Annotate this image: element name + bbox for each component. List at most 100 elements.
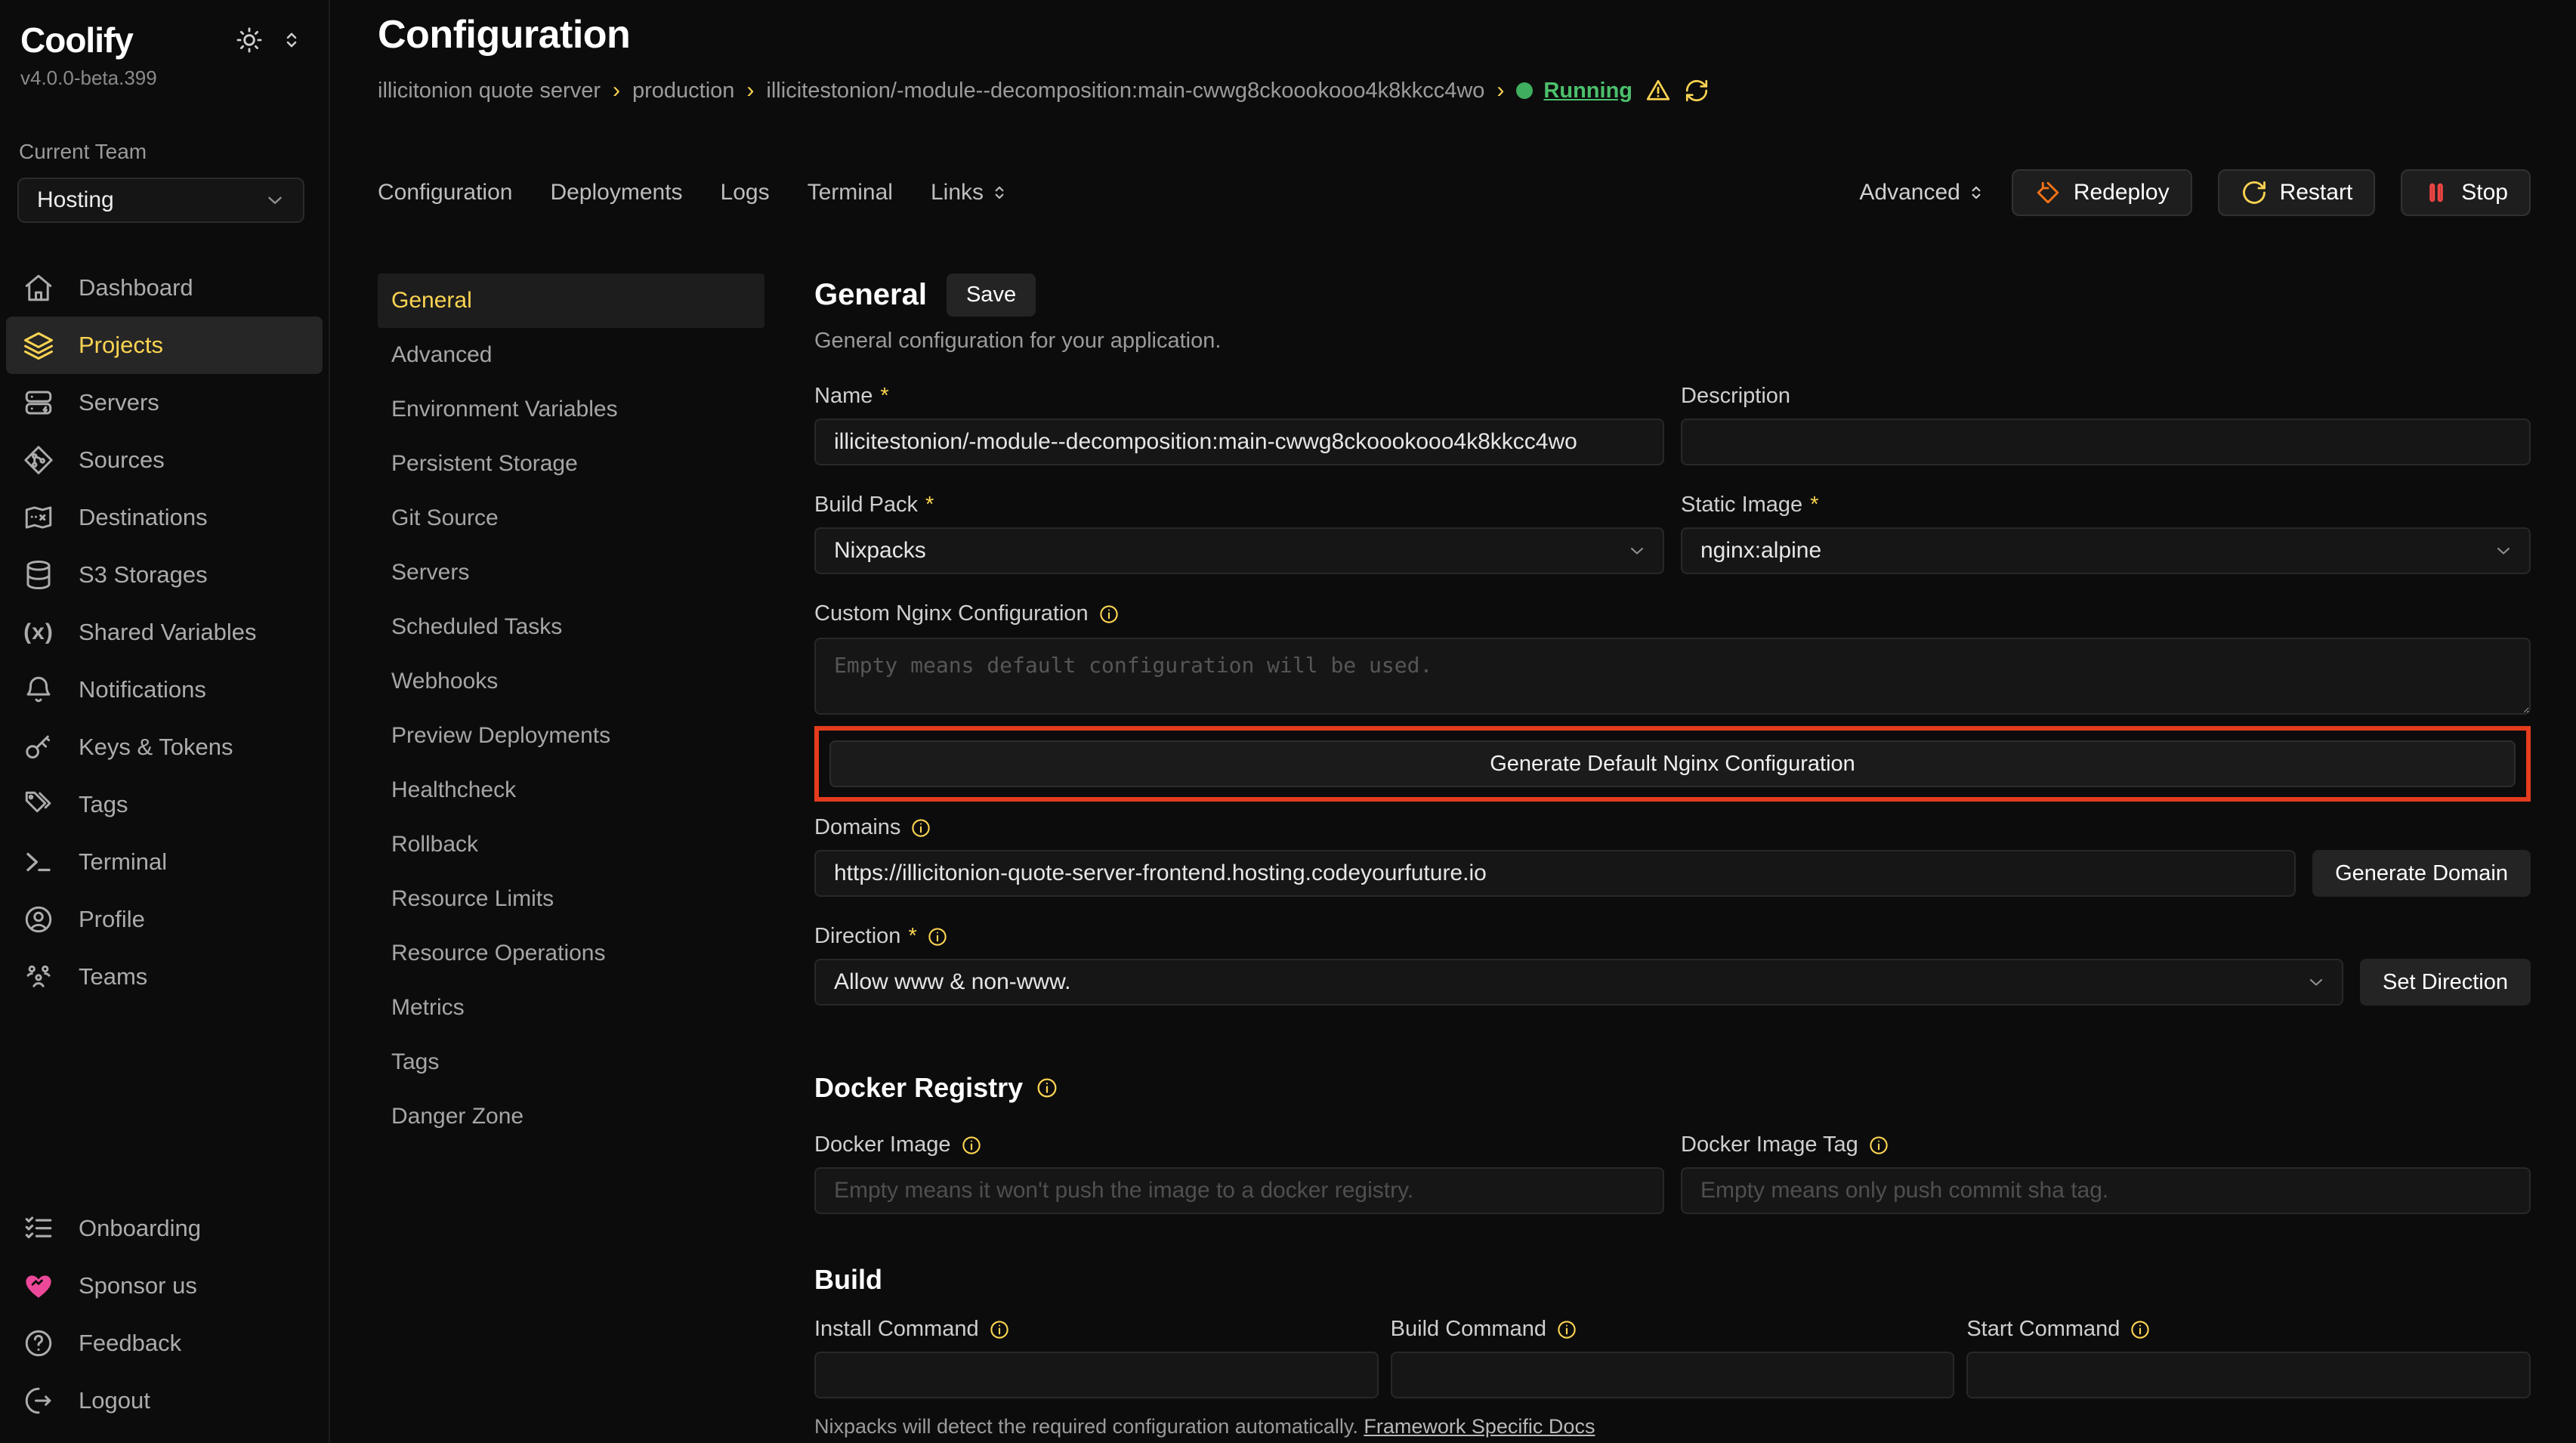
docker-image-tag-label: Docker Image Tag	[1681, 1132, 2531, 1157]
status-dot-icon	[1516, 82, 1533, 99]
subnav-healthcheck[interactable]: Healthcheck	[378, 763, 764, 817]
sidebar-item-teams[interactable]: Teams	[6, 948, 323, 1006]
page-title: Configuration	[378, 12, 2531, 57]
custom-nginx-textarea[interactable]	[814, 638, 2531, 715]
sidebar-item-shared-variables[interactable]: (x) Shared Variables	[6, 604, 323, 661]
direction-select[interactable]: Allow www & non-www.	[814, 959, 2343, 1006]
sidebar-item-sponsor-us[interactable]: Sponsor us	[6, 1257, 323, 1315]
set-direction-button[interactable]: Set Direction	[2360, 959, 2531, 1006]
subnav-servers[interactable]: Servers	[378, 545, 764, 600]
build-pack-select[interactable]: Nixpacks	[814, 527, 1664, 574]
sidebar-item-notifications[interactable]: Notifications	[6, 661, 323, 718]
sidebar-item-feedback[interactable]: Feedback	[6, 1315, 323, 1372]
sidebar-item-destinations[interactable]: Destinations	[6, 489, 323, 546]
tab-deployments[interactable]: Deployments	[550, 180, 682, 205]
install-command-label: Install Command	[814, 1317, 1379, 1342]
tab-configuration[interactable]: Configuration	[378, 180, 512, 205]
subnav-preview-deployments[interactable]: Preview Deployments	[378, 709, 764, 763]
status-text[interactable]: Running	[1543, 79, 1632, 104]
user-circle-icon	[23, 904, 54, 935]
static-image-label: Static Image*	[1681, 493, 2531, 518]
info-icon[interactable]	[1035, 1076, 1059, 1100]
tabs: Configuration Deployments Logs Terminal …	[378, 180, 1009, 205]
info-icon[interactable]	[960, 1134, 983, 1157]
sidebar-item-dashboard[interactable]: Dashboard	[6, 259, 323, 317]
advanced-dropdown[interactable]: Advanced	[1859, 180, 1985, 205]
framework-docs-link[interactable]: Framework Specific Docs	[1364, 1415, 1595, 1438]
subnav-general[interactable]: General	[378, 273, 764, 328]
info-icon[interactable]	[2129, 1318, 2151, 1341]
static-image-select[interactable]: nginx:alpine	[1681, 527, 2531, 574]
docker-image-input[interactable]	[814, 1167, 1664, 1214]
refresh-icon[interactable]	[1684, 78, 1710, 104]
info-icon[interactable]	[1867, 1134, 1890, 1157]
subnav-rollback[interactable]: Rollback	[378, 817, 764, 872]
generate-default-nginx-button[interactable]: Generate Default Nginx Configuration	[829, 740, 2516, 787]
sidebar-item-tags[interactable]: Tags	[6, 776, 323, 833]
tab-links[interactable]: Links	[931, 180, 1009, 205]
theme-select-chevrons-icon[interactable]	[280, 29, 303, 51]
start-command-input[interactable]	[1966, 1352, 2531, 1398]
generate-domain-button[interactable]: Generate Domain	[2312, 850, 2531, 897]
breadcrumb-project[interactable]: illicitonion quote server	[378, 79, 601, 104]
checklist-icon	[23, 1213, 54, 1244]
subnav-git-source[interactable]: Git Source	[378, 491, 764, 545]
name-label: Name*	[814, 384, 1664, 409]
sidebar-item-logout[interactable]: Logout	[6, 1372, 323, 1429]
description-input[interactable]	[1681, 419, 2531, 465]
build-command-input[interactable]	[1391, 1352, 1955, 1398]
domains-input[interactable]	[814, 850, 2296, 897]
sidebar-item-terminal[interactable]: Terminal	[6, 833, 323, 891]
sidebar-item-profile[interactable]: Profile	[6, 891, 323, 948]
subnav-webhooks[interactable]: Webhooks	[378, 654, 764, 709]
heart-icon	[23, 1270, 54, 1302]
domains-label: Domains	[814, 815, 2531, 840]
breadcrumb-application[interactable]: illicitestonion/-module--decomposition:m…	[766, 79, 1484, 104]
info-icon[interactable]	[1098, 603, 1120, 626]
subnav-advanced[interactable]: Advanced	[378, 328, 764, 382]
description-label: Description	[1681, 384, 2531, 409]
subnav-resource-operations[interactable]: Resource Operations	[378, 926, 764, 981]
redeploy-button[interactable]: Redeploy	[2012, 169, 2192, 216]
settings-subnav: General Advanced Environment Variables P…	[378, 273, 764, 1144]
name-input[interactable]	[814, 419, 1664, 465]
section-title: General	[814, 278, 927, 312]
nixpacks-note: Nixpacks will detect the required config…	[814, 1415, 2531, 1438]
app-logo[interactable]: Coolify	[20, 20, 133, 60]
subnav-danger-zone[interactable]: Danger Zone	[378, 1089, 764, 1144]
git-source-icon	[23, 444, 54, 476]
subnav-persistent-storage[interactable]: Persistent Storage	[378, 437, 764, 491]
required-asterisk: *	[880, 384, 888, 409]
sidebar: Coolify v4.0.0-beta.399 Current Team Hos…	[0, 0, 330, 1443]
subnav-metrics[interactable]: Metrics	[378, 981, 764, 1035]
theme-sun-icon[interactable]	[235, 26, 264, 54]
subnav-scheduled-tasks[interactable]: Scheduled Tasks	[378, 600, 764, 654]
subnav-resource-limits[interactable]: Resource Limits	[378, 872, 764, 926]
sidebar-item-projects[interactable]: Projects	[6, 317, 323, 374]
map-icon	[23, 502, 54, 533]
save-button[interactable]: Save	[947, 273, 1036, 317]
info-icon[interactable]	[926, 925, 949, 948]
tab-terminal[interactable]: Terminal	[808, 180, 893, 205]
warning-icon[interactable]	[1645, 77, 1672, 104]
sidebar-item-onboarding[interactable]: Onboarding	[6, 1200, 323, 1257]
team-select[interactable]: Hosting	[17, 178, 304, 223]
info-icon[interactable]	[910, 817, 932, 839]
sidebar-item-keys-tokens[interactable]: Keys & Tokens	[6, 718, 323, 776]
stop-button[interactable]: Stop	[2401, 169, 2531, 216]
sidebar-item-s3-storages[interactable]: S3 Storages	[6, 546, 323, 604]
info-icon[interactable]	[988, 1318, 1011, 1341]
restart-button[interactable]: Restart	[2218, 169, 2376, 216]
subnav-tags[interactable]: Tags	[378, 1035, 764, 1089]
tabs-row: Configuration Deployments Logs Terminal …	[378, 169, 2531, 216]
restart-icon	[2241, 179, 2268, 206]
install-command-input[interactable]	[814, 1352, 1379, 1398]
docker-image-tag-input[interactable]	[1681, 1167, 2531, 1214]
build-heading: Build	[814, 1264, 882, 1296]
subnav-environment-variables[interactable]: Environment Variables	[378, 382, 764, 437]
tab-logs[interactable]: Logs	[721, 180, 770, 205]
sidebar-item-servers[interactable]: Servers	[6, 374, 323, 431]
breadcrumb-environment[interactable]: production	[632, 79, 734, 104]
info-icon[interactable]	[1555, 1318, 1578, 1341]
sidebar-item-sources[interactable]: Sources	[6, 431, 323, 489]
